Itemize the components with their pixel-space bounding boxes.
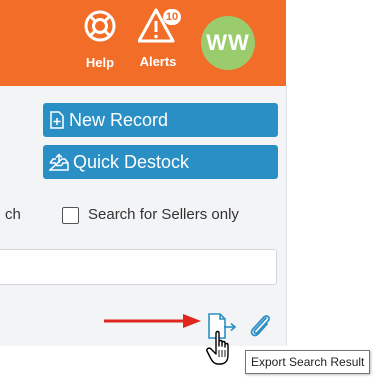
- search-option-label: ch: [5, 206, 21, 223]
- alerts-button[interactable]: 10 Alerts: [135, 6, 181, 69]
- action-panel: New Record Quick Destock ch Search for S…: [0, 86, 287, 346]
- help-label: Help: [85, 55, 115, 70]
- hand-pointer-icon: [206, 330, 229, 365]
- new-record-label: New Record: [69, 110, 169, 130]
- export-tooltip: Export Search Result: [245, 350, 371, 374]
- alerts-label: Alerts: [139, 54, 177, 69]
- inbox-upload-icon: [49, 153, 69, 171]
- top-header: Help 10 Alerts WW: [0, 0, 286, 86]
- help-button[interactable]: Help: [80, 8, 120, 70]
- quick-destock-label: Quick Destock: [73, 152, 190, 172]
- new-record-button[interactable]: New Record: [43, 103, 278, 137]
- quick-destock-button[interactable]: Quick Destock: [43, 145, 278, 179]
- sellers-only-checkbox[interactable]: [62, 207, 79, 224]
- paperclip-icon[interactable]: [248, 312, 272, 338]
- new-file-icon: [50, 111, 64, 129]
- sellers-only-label: Search for Sellers only: [88, 206, 239, 223]
- alerts-count-badge: 10: [163, 9, 181, 25]
- red-arrow-annotation: [104, 314, 201, 328]
- search-input[interactable]: [0, 249, 277, 285]
- lifebuoy-icon: [84, 10, 116, 42]
- avatar[interactable]: WW: [201, 16, 255, 70]
